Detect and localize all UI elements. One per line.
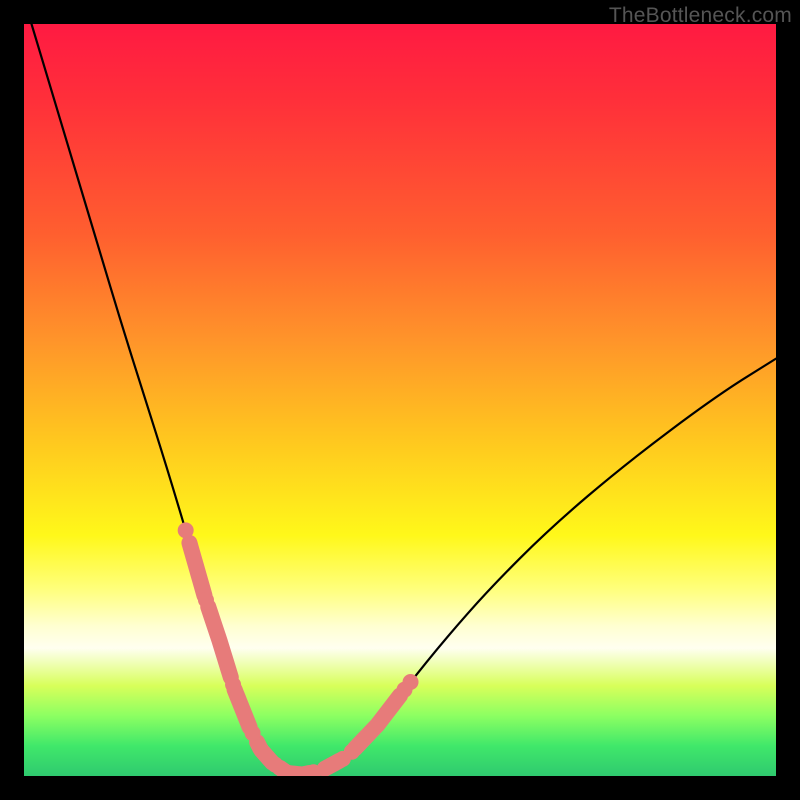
highlight-dot (198, 592, 214, 608)
highlight-segments (189, 543, 400, 774)
highlight-dot (178, 522, 194, 538)
curve-line (32, 24, 776, 774)
watermark-text: TheBottleneck.com (609, 4, 792, 28)
highlight-dot (245, 725, 261, 741)
highlight-dot (403, 674, 419, 690)
highlight-segment (280, 768, 310, 775)
highlight-dot (225, 677, 241, 693)
chart-svg (24, 24, 776, 776)
highlight-dot (267, 757, 283, 773)
highlight-segment (235, 690, 250, 728)
highlight-dot (344, 744, 360, 760)
highlight-segment (189, 543, 204, 596)
highlight-segment (355, 696, 400, 749)
plot-area (24, 24, 776, 776)
highlight-segment (208, 607, 231, 678)
chart-frame: TheBottleneck.com (0, 0, 800, 800)
